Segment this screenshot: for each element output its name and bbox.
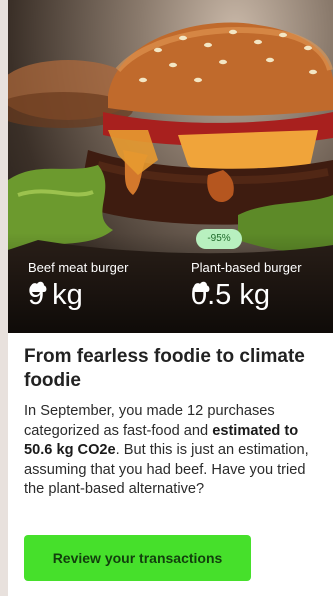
article-body: In September, you made 12 purchases cate… [24,402,324,500]
hero-image: -95% Beef meat burger Plant-based burger… [8,0,333,333]
cloud-icon [192,281,210,292]
plant-burger-label: Plant-based burger [191,260,302,275]
plant-burger-emission: 0.5 kg [191,279,270,312]
beef-burger-label: Beef meat burger [28,260,129,275]
reduction-badge: -95% [196,229,242,249]
article-content: From fearless foodie to climate foodie I… [24,345,324,500]
beef-burger-emission: 9 kg [28,279,83,312]
article-title: From fearless foodie to climate foodie [24,346,305,391]
cloud-icon [29,281,47,292]
review-transactions-button[interactable]: Review your transactions [24,535,251,581]
insight-card: -95% Beef meat burger Plant-based burger… [8,0,333,596]
